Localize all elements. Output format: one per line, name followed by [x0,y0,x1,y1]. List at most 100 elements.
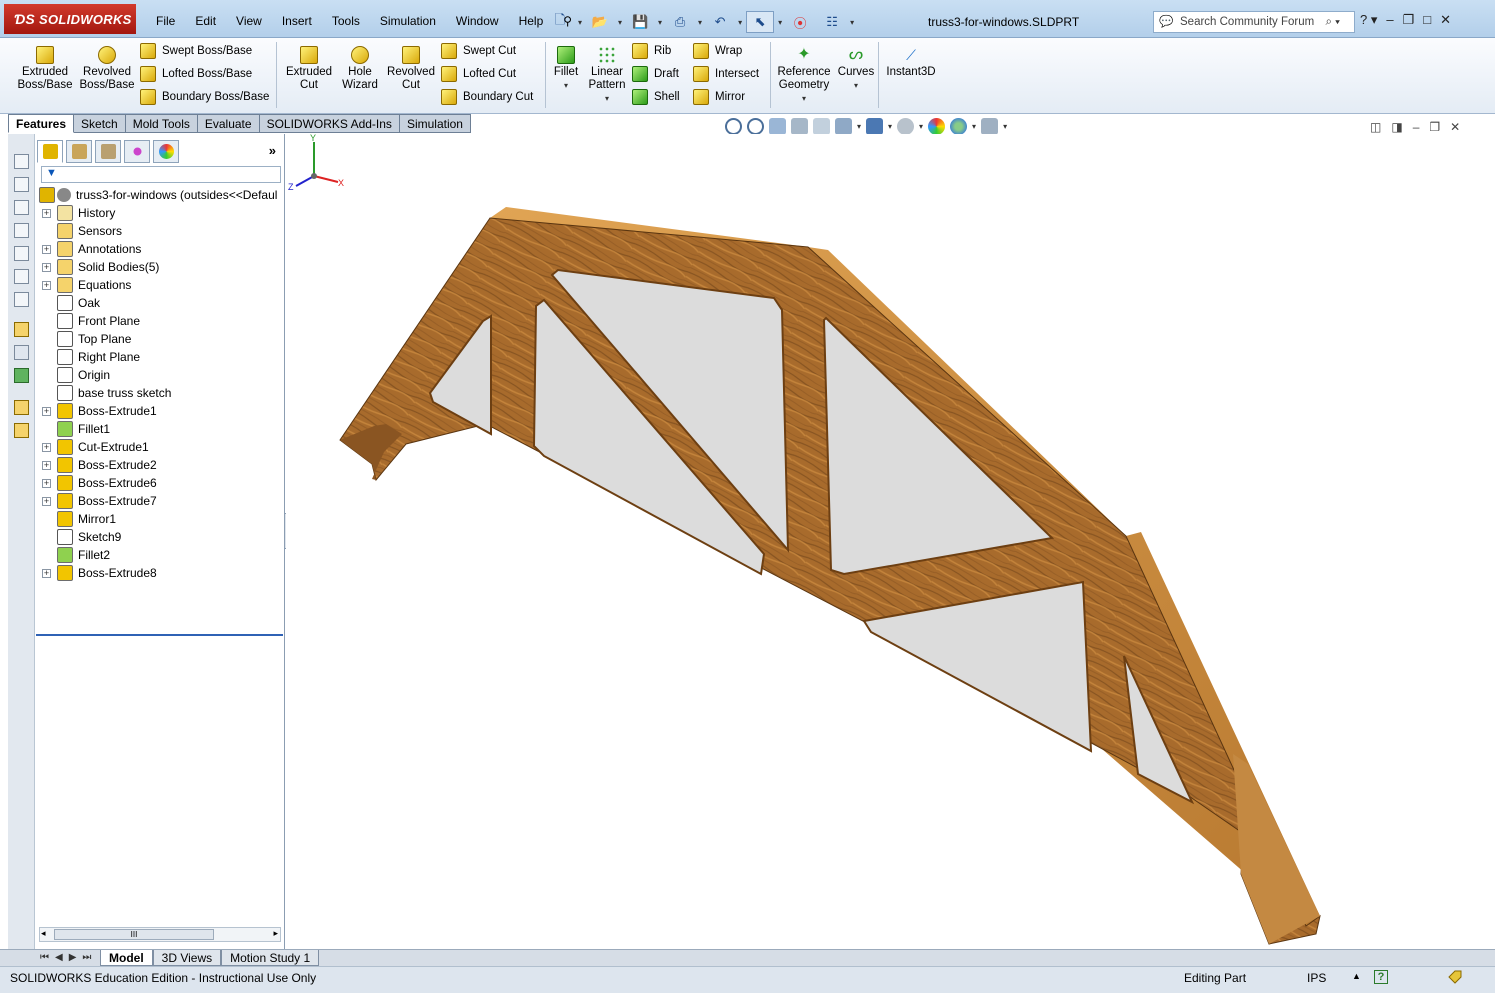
instant3d-button[interactable]: ⟋ Instant3D [882,46,940,79]
revolved-boss-button[interactable]: Revolved Boss/Base [78,46,136,92]
tree-node[interactable]: Top Plane [35,330,285,348]
tab-model[interactable]: Model [100,950,153,966]
extruded-cut-button[interactable]: Extruded Cut [282,46,336,92]
view-cube-icon[interactable] [14,292,29,307]
help-icon[interactable]: ? [1374,970,1388,984]
expand-toggle-icon[interactable]: + [42,479,51,488]
tab-dimxpert[interactable] [124,140,150,163]
previous-view-icon[interactable] [769,118,786,135]
menu-file[interactable]: File [146,12,185,32]
mirror-button[interactable]: Mirror [693,88,745,106]
tree-root-part[interactable]: truss3-for-windows (outsides<<Defaul [35,186,285,204]
last-tab-icon[interactable]: ⏭ [82,952,91,963]
tree-node[interactable]: + Boss-Extrude7 [35,492,285,510]
tree-node[interactable]: Origin [35,366,285,384]
tree-node[interactable]: + Solid Bodies(5) [35,258,285,276]
prev-tab-icon[interactable]: ◀ [55,952,63,963]
help-icon[interactable]: ? ▾ [1360,12,1377,28]
graphics-area[interactable]: Y X Z [286,134,1487,949]
sketch-tool-icon[interactable] [14,322,29,337]
reference-geometry-button[interactable]: ✦ Reference Geometry ▾ [774,46,834,105]
open-folder-icon[interactable]: 📂 [586,11,614,33]
linear-pattern-button[interactable]: Linear Pattern ▾ [585,46,629,105]
tab-sketch[interactable]: Sketch [74,114,126,133]
hide-show-items-icon[interactable] [897,118,915,135]
hole-wizard-button[interactable]: Hole Wizard [338,46,382,92]
zoom-to-area-icon[interactable] [747,118,764,135]
scroll-left-icon[interactable]: ◂ [41,928,46,939]
file-properties-icon[interactable]: ☷ [818,11,846,33]
view-cube-icon[interactable] [14,246,29,261]
first-tab-icon[interactable]: ⏮ [40,952,49,963]
view-orientation-icon[interactable] [835,118,852,135]
lofted-boss-button[interactable]: Lofted Boss/Base [140,65,252,83]
tree-node[interactable]: Sketch9 [35,528,285,546]
print-icon[interactable]: ⎙ [666,11,694,33]
draft-button[interactable]: Draft [632,65,679,83]
smart-dimension-icon[interactable] [14,345,29,360]
shell-button[interactable]: Shell [632,88,680,106]
tree-node[interactable]: Front Plane [35,312,285,330]
maximize-icon[interactable]: □ [1423,12,1431,28]
extruded-boss-button[interactable]: Extruded Boss/Base [14,46,76,92]
view-cube-icon[interactable] [14,154,29,169]
swept-cut-button[interactable]: Swept Cut [441,42,516,60]
tree-node[interactable]: + Boss-Extrude6 [35,474,285,492]
expand-toggle-icon[interactable]: + [42,209,51,218]
tab-simulation[interactable]: Simulation [399,114,471,133]
swept-boss-button[interactable]: Swept Boss/Base [140,42,252,60]
viewport-restore-icon[interactable]: ❐ [1429,120,1440,134]
tab-evaluate[interactable]: Evaluate [197,114,260,133]
tab-features[interactable]: Features [8,114,75,133]
tab-feature-tree[interactable] [37,140,63,163]
tab-3d-views[interactable]: 3D Views [152,950,222,966]
rebuild-traffic-light-icon[interactable]: ⦿ [786,11,814,33]
menu-edit[interactable]: Edit [185,12,226,32]
lofted-cut-button[interactable]: Lofted Cut [441,65,516,83]
rollback-bar[interactable] [36,634,283,636]
tab-motion-study[interactable]: Motion Study 1 [221,950,320,966]
tree-node[interactable]: Oak [35,294,285,312]
tree-node[interactable]: Fillet1 [35,420,285,438]
wrap-button[interactable]: Wrap [693,42,742,60]
solidworks-logo[interactable]: ƊS SOLIDWORKS [4,4,136,34]
feature-shortcut-icon[interactable] [14,400,29,415]
tab-addins[interactable]: SOLIDWORKS Add-Ins [259,114,400,133]
rib-button[interactable]: Rib [632,42,671,60]
search-input[interactable]: 💬 Search Community Forum ⌕ ▾ [1153,11,1355,33]
tree-node[interactable]: Fillet2 [35,546,285,564]
tree-node[interactable]: + Boss-Extrude8 [35,564,285,582]
new-document-icon[interactable]: 🗋 [546,11,574,33]
display-style-icon[interactable] [866,118,884,135]
zoom-to-fit-icon[interactable] [725,118,742,135]
tree-node[interactable]: Mirror1 [35,510,285,528]
undo-icon[interactable]: ↶ [706,11,734,33]
relations-icon[interactable] [14,368,29,383]
expand-toggle-icon[interactable]: + [42,281,51,290]
expand-toggle-icon[interactable]: + [42,443,51,452]
tree-node[interactable]: + Annotations [35,240,285,258]
menu-simulation[interactable]: Simulation [370,12,446,32]
intersect-button[interactable]: Intersect [693,65,759,83]
units-menu-icon[interactable]: ▲ [1352,971,1361,981]
tab-mold-tools[interactable]: Mold Tools [125,114,198,133]
tree-node[interactable]: + Boss-Extrude1 [35,402,285,420]
fillet-button[interactable]: Fillet ▾ [549,46,583,92]
tab-display-manager[interactable] [153,140,179,163]
menu-window[interactable]: Window [446,12,509,32]
expand-toggle-icon[interactable]: + [42,497,51,506]
tree-filter-input[interactable]: ▼ [41,166,281,183]
tree-node[interactable]: + Equations [35,276,285,294]
viewport-close-icon[interactable]: ✕ [1450,120,1460,134]
truss-model[interactable] [286,134,1487,949]
restore-icon[interactable]: ❐ [1403,12,1415,28]
expand-toggle-icon[interactable]: + [42,245,51,254]
boundary-cut-button[interactable]: Boundary Cut [441,88,533,106]
section-view-icon[interactable] [791,118,808,135]
view-cube-icon[interactable] [14,200,29,215]
scroll-right-icon[interactable]: ▸ [273,928,278,939]
feature-shortcut-icon[interactable] [14,423,29,438]
tree-node[interactable]: base truss sketch [35,384,285,402]
viewport-expand-icon[interactable]: ◨ [1391,120,1402,134]
search-icon[interactable]: ⌕ ▾ [1326,12,1340,32]
